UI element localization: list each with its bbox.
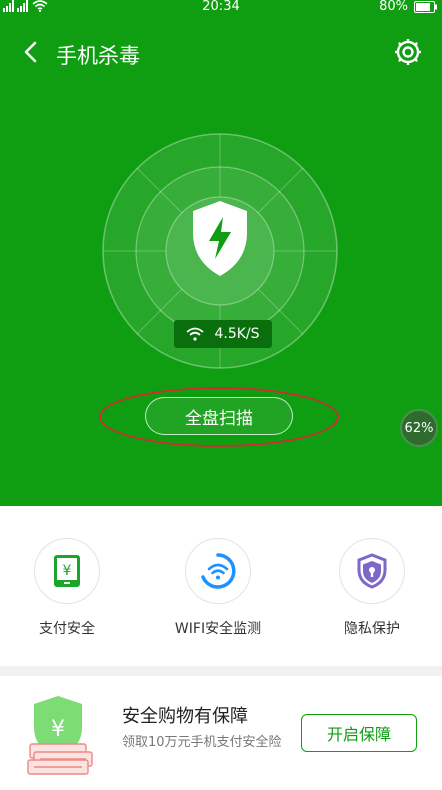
- promo-title: 安全购物有保障: [122, 706, 248, 727]
- feature-icon-circle: [185, 538, 251, 604]
- speed-value: 4.5K/S: [214, 326, 260, 342]
- money-shield-icon: ¥: [27, 696, 93, 775]
- status-time: 20:34: [202, 0, 240, 14]
- svg-text:¥: ¥: [51, 717, 65, 742]
- feature-payment-security[interactable]: ¥ 支付安全: [0, 538, 137, 638]
- promo-card[interactable]: ¥ 安全购物有保障 领取10万元手机支付安全险 开启保障: [0, 676, 442, 790]
- svg-text:¥: ¥: [63, 563, 72, 579]
- network-speed-badge: 4.5K/S: [174, 320, 272, 348]
- privacy-shield-icon: [357, 553, 387, 589]
- feature-wifi-monitor[interactable]: WIFI安全监测: [148, 538, 288, 638]
- feature-label: 隐私保护: [344, 621, 400, 637]
- wifi-scan-icon: [201, 553, 236, 589]
- hero-panel: 20:34 80% 手机杀毒 4.5K/S 全盘扫描 62%: [0, 0, 442, 506]
- feature-icon-circle: ¥: [34, 538, 100, 604]
- feature-label: WIFI安全监测: [174, 621, 262, 637]
- full-scan-button[interactable]: 全盘扫描: [145, 397, 293, 435]
- top-bar: 手机杀毒: [0, 30, 442, 76]
- floating-memory-ball[interactable]: 62%: [400, 409, 438, 447]
- status-bar: 20:34 80%: [0, 0, 442, 16]
- back-arrow-icon[interactable]: [18, 38, 46, 66]
- battery-icon: [414, 0, 437, 13]
- feature-row: ¥ 支付安全 WIFI安全监测 隐私保护: [0, 506, 442, 666]
- phone-yen-icon: ¥: [54, 555, 80, 587]
- gear-icon[interactable]: [392, 36, 424, 68]
- feature-label: 支付安全: [39, 621, 95, 637]
- wifi-icon: [186, 327, 205, 341]
- feature-privacy-protection[interactable]: 隐私保护: [302, 538, 442, 638]
- page-title: 手机杀毒: [56, 44, 140, 68]
- feature-icon-circle: [339, 538, 405, 604]
- battery-percent: 80%: [379, 0, 408, 14]
- status-right: 80%: [379, 0, 438, 14]
- promo-description: 领取10万元手机支付安全险: [122, 735, 282, 750]
- enable-protection-button[interactable]: 开启保障: [301, 714, 417, 752]
- section-divider: [0, 666, 442, 676]
